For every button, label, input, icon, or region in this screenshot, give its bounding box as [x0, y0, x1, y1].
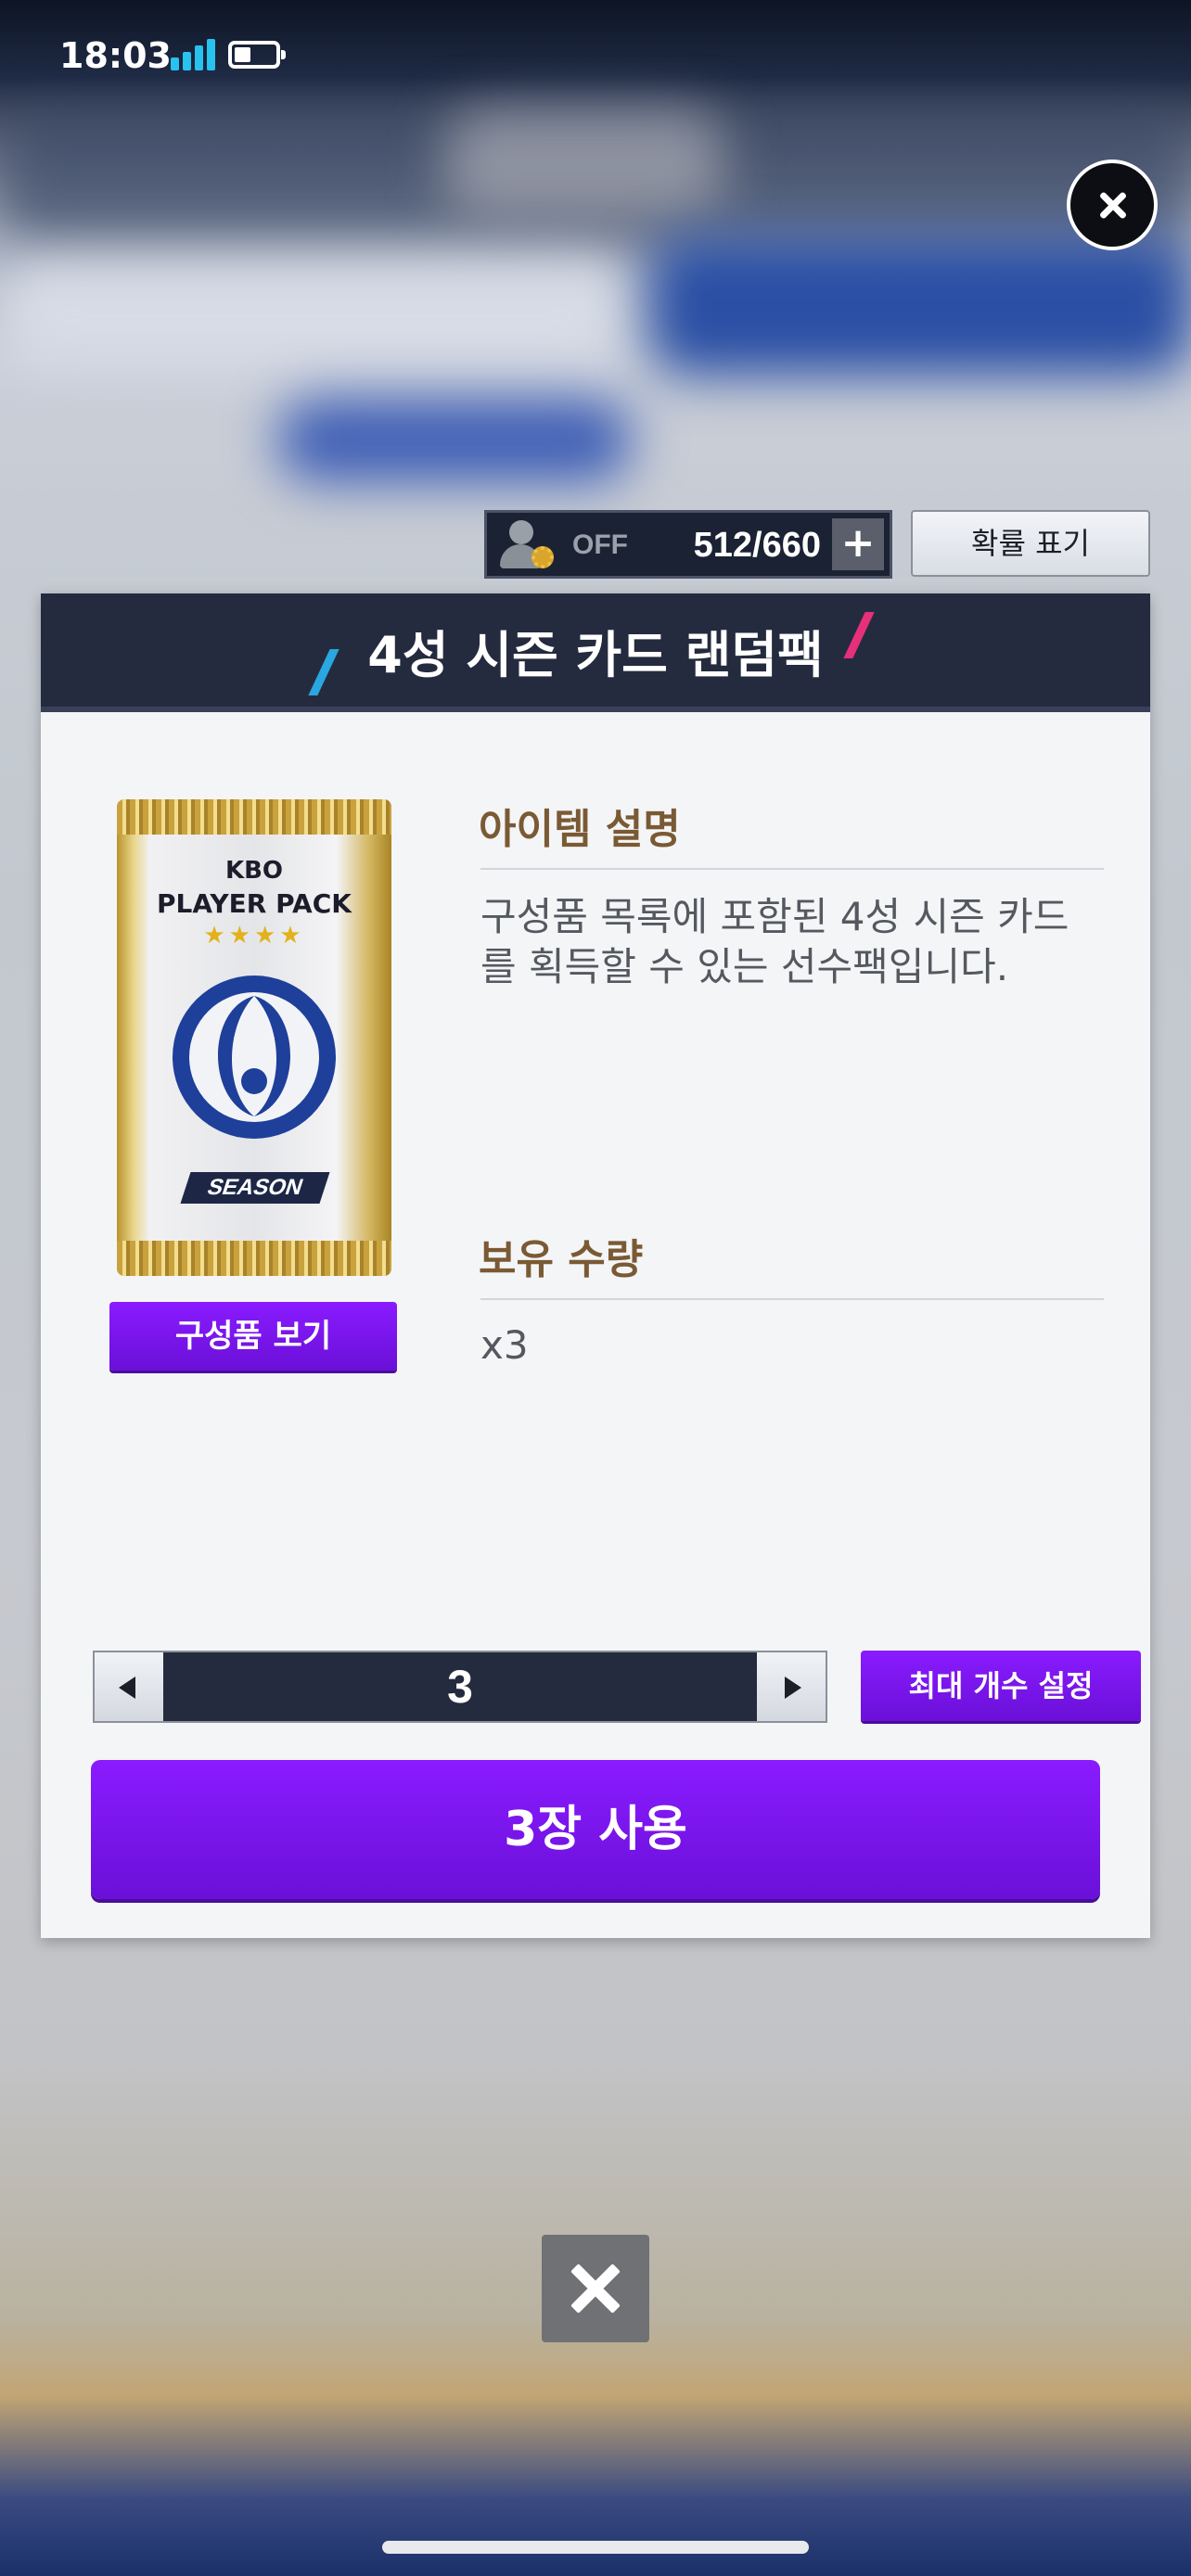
divider — [480, 868, 1104, 870]
team-logo-icon — [173, 976, 336, 1139]
description-text: 구성품 목록에 포함된 4성 시즌 카드를 획득할 수 있는 선수팩입니다. — [480, 894, 1069, 989]
status-bar: 18:03 — [0, 0, 1191, 111]
description-label: 아이템 설명 — [479, 806, 681, 853]
signal-icon — [171, 39, 217, 70]
view-components-button[interactable]: 구성품 보기 — [109, 1302, 397, 1371]
probability-button[interactable]: 확률 표기 — [911, 510, 1150, 577]
decrease-button[interactable] — [95, 1652, 163, 1721]
player-gear-icon[interactable] — [500, 520, 556, 572]
pack-text-kbo: KBO — [224, 857, 284, 885]
use-button[interactable]: 3장 사용 — [91, 1760, 1100, 1899]
pack-season-badge: SEASON — [180, 1172, 330, 1204]
owned-value: x3 — [480, 1322, 529, 1368]
close-button[interactable] — [542, 2235, 649, 2342]
item-dialog: 4성 시즌 카드 랜덤팩 KBO PLAYER PACK ★★★★ SEASON… — [41, 593, 1150, 1938]
quantity-value: 3 — [447, 1661, 473, 1713]
pack-text-player-pack: PLAYER PACK — [157, 888, 352, 919]
close-icon[interactable] — [1067, 159, 1158, 250]
battery-icon — [228, 41, 286, 69]
add-stamina-button[interactable]: + — [832, 518, 884, 570]
home-indicator[interactable] — [382, 2541, 809, 2554]
status-time: 18:03 — [59, 35, 172, 76]
max-quantity-button[interactable]: 최대 개수 설정 — [861, 1651, 1141, 1721]
background-blur — [445, 111, 724, 223]
background-blur — [0, 260, 631, 371]
stamina-count: 512/660 — [693, 526, 821, 565]
divider — [480, 1298, 1104, 1300]
pack-stars: ★★★★ — [203, 922, 305, 950]
stamina-state: OFF — [572, 529, 628, 560]
dialog-title: 4성 시즌 카드 랜덤팩 — [367, 626, 824, 684]
owned-label: 보유 수량 — [479, 1236, 644, 1283]
stamina-bar: OFF 512/660 + — [484, 510, 892, 579]
increase-button[interactable] — [757, 1652, 826, 1721]
dialog-header: 4성 시즌 카드 랜덤팩 — [41, 593, 1150, 712]
background-blur — [278, 399, 631, 482]
quantity-stepper: 3 — [93, 1651, 827, 1723]
background-blur — [649, 236, 1191, 376]
card-pack-image: KBO PLAYER PACK ★★★★ SEASON — [117, 799, 391, 1276]
